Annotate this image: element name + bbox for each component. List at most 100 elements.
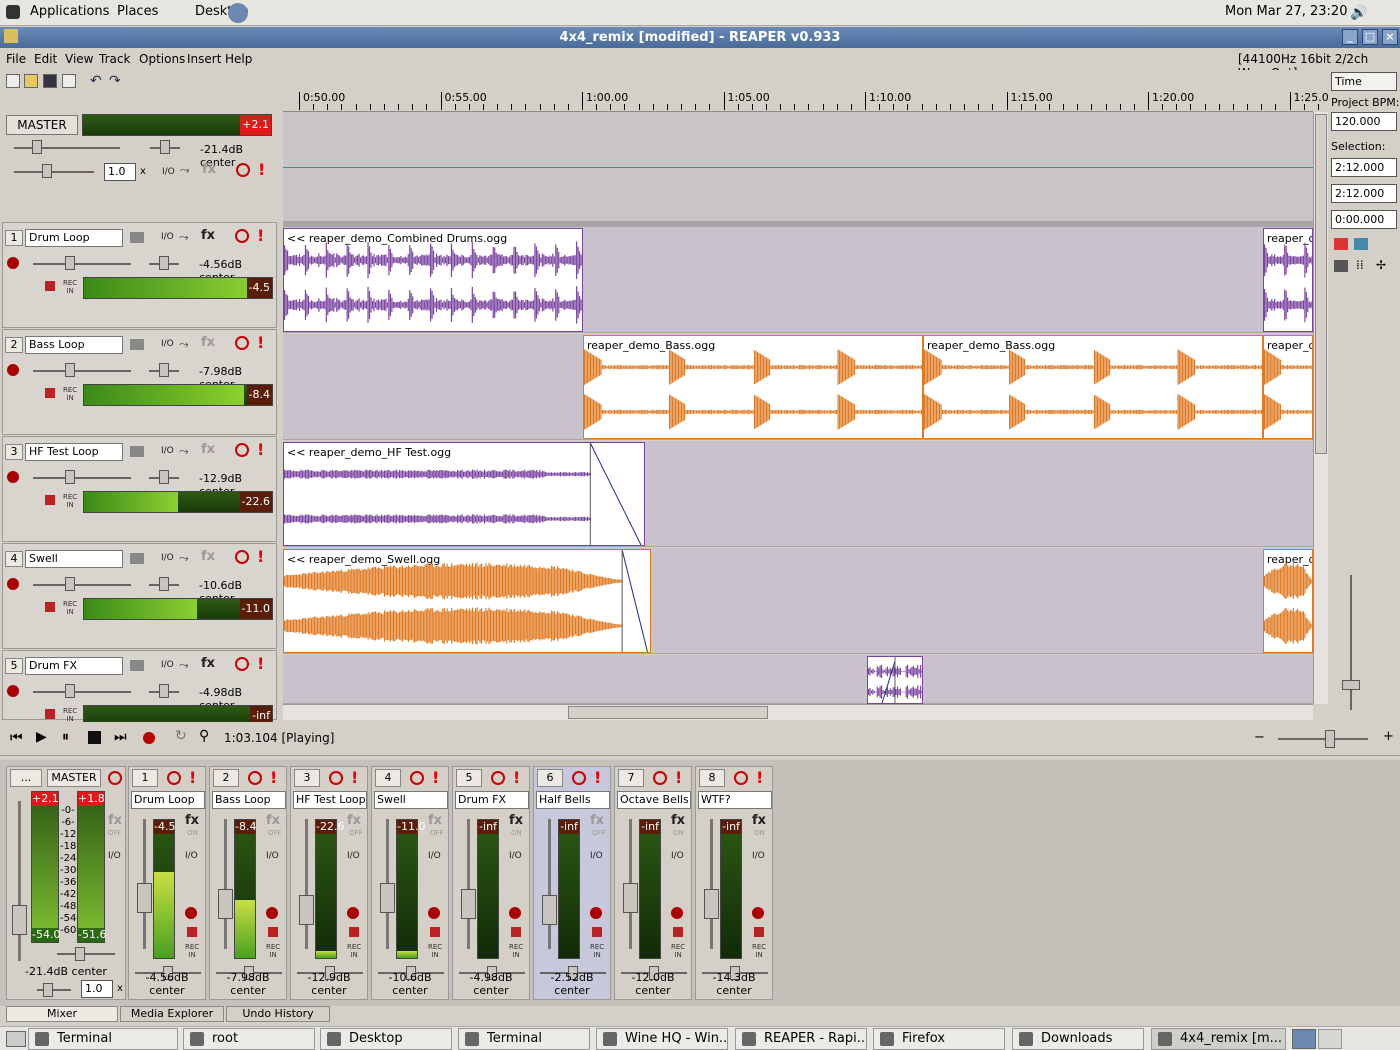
- item-swell[interactable]: << reaper_demo_Swell.ogg: [283, 549, 651, 653]
- go-to-end-icon[interactable]: ⏭: [114, 729, 127, 745]
- mixer-track-name[interactable]: Drum Loop: [131, 791, 205, 809]
- item-combined-drums[interactable]: << reaper_demo_Combined Drums.ogg: [283, 228, 583, 332]
- grid-icon[interactable]: ⁞⁞: [1356, 258, 1364, 272]
- track-fx-button[interactable]: fx: [201, 442, 215, 457]
- master-volume-knob[interactable]: [32, 140, 42, 154]
- mixer-io-button[interactable]: I/O: [752, 851, 765, 861]
- mixer-fx-button[interactable]: fx: [428, 813, 442, 828]
- mixer-fader-knob[interactable]: [218, 889, 233, 919]
- mixer-track-name[interactable]: Swell: [374, 791, 448, 809]
- mixer-track-number[interactable]: 1: [132, 769, 158, 787]
- track-number[interactable]: 3: [5, 444, 23, 460]
- record-icon[interactable]: [143, 732, 155, 744]
- rec-in-label[interactable]: REC IN: [63, 600, 77, 616]
- mixer-solo-icon[interactable]: !: [513, 768, 520, 787]
- mixer-rec-in-label[interactable]: REC IN: [347, 943, 361, 959]
- mixer-solo-icon[interactable]: !: [756, 768, 763, 787]
- track-volume-slider[interactable]: [33, 263, 131, 265]
- track-fx-button[interactable]: fx: [201, 656, 215, 671]
- master-rate-knob[interactable]: [42, 164, 52, 178]
- mixer-mute-icon[interactable]: [491, 771, 505, 785]
- track-io-button[interactable]: I/O: [161, 553, 174, 563]
- mixer-mute-icon[interactable]: [653, 771, 667, 785]
- menu-view[interactable]: View: [65, 52, 93, 66]
- selection-length-input[interactable]: 0:00.000: [1331, 210, 1397, 229]
- lane-swell[interactable]: << reaper_demo_Swell.ogg reaper_de: [283, 548, 1313, 654]
- mixer-record-arm-icon[interactable]: [671, 907, 683, 919]
- item-swell-right[interactable]: reaper_de: [1263, 549, 1313, 653]
- track-volume-slider[interactable]: [33, 584, 131, 586]
- vertical-zoom-knob[interactable]: [1342, 680, 1360, 690]
- master-solo-icon[interactable]: !: [258, 160, 265, 179]
- pause-icon[interactable]: ⏸: [62, 729, 69, 745]
- track-volume-knob[interactable]: [65, 684, 75, 698]
- mixer-solo-icon[interactable]: !: [270, 768, 277, 787]
- master-rate-slider[interactable]: [14, 171, 94, 173]
- menu-file[interactable]: File: [6, 52, 26, 66]
- item-bass-right[interactable]: reaper_de: [1263, 335, 1313, 439]
- mixer-fader-knob[interactable]: [704, 889, 719, 919]
- ripple-icon[interactable]: [1334, 260, 1348, 272]
- mixer-master-fx-button[interactable]: fx: [108, 813, 122, 828]
- mixer-menu-button[interactable]: ...: [10, 769, 42, 787]
- taskbar-item[interactable]: REAPER - Rapi...: [735, 1028, 867, 1050]
- track-pan-knob[interactable]: [159, 256, 169, 270]
- show-desktop-icon[interactable]: [6, 1031, 26, 1047]
- mixer-io-button[interactable]: I/O: [509, 851, 522, 861]
- save-icon[interactable]: [43, 74, 57, 88]
- record-arm-icon[interactable]: [7, 578, 19, 590]
- track-fx-button[interactable]: fx: [201, 335, 215, 350]
- mixer-mute-icon[interactable]: [734, 771, 748, 785]
- mixer-mute-icon[interactable]: [329, 771, 343, 785]
- applications-menu[interactable]: Applications: [30, 4, 109, 19]
- track-fx-button[interactable]: fx: [201, 228, 215, 243]
- track-volume-knob[interactable]: [65, 470, 75, 484]
- mixer-fader-knob[interactable]: [380, 883, 395, 913]
- track-mute-icon[interactable]: [235, 229, 249, 243]
- mixer-record-arm-icon[interactable]: [185, 907, 197, 919]
- master-io-button[interactable]: I/O: [162, 167, 175, 177]
- mixer-master-pan-knob[interactable]: [75, 947, 85, 961]
- track-mute-icon[interactable]: [235, 336, 249, 350]
- mixer-track-number[interactable]: 5: [456, 769, 482, 787]
- track-pan-knob[interactable]: [159, 577, 169, 591]
- envelope-icon[interactable]: ⤳: [179, 337, 189, 352]
- close-button[interactable]: ×: [1382, 29, 1398, 45]
- mixer-io-button[interactable]: I/O: [266, 851, 279, 861]
- mixer-record-arm-icon[interactable]: [347, 907, 359, 919]
- rec-in-label[interactable]: REC IN: [63, 707, 77, 723]
- folder-icon[interactable]: [130, 446, 144, 457]
- zoom-in-icon[interactable]: +: [1383, 729, 1394, 744]
- track-name-input[interactable]: Drum Loop: [25, 229, 123, 247]
- mixer-fx-button[interactable]: fx: [266, 813, 280, 828]
- rec-in-label[interactable]: REC IN: [63, 493, 77, 509]
- mixer-monitor-icon[interactable]: [592, 927, 602, 937]
- item-drums-right[interactable]: reaper_de: [1263, 228, 1313, 332]
- mixer-record-arm-icon[interactable]: [509, 907, 521, 919]
- mixer-io-button[interactable]: I/O: [185, 851, 198, 861]
- master-envelope-icon[interactable]: ⤳: [180, 163, 190, 178]
- mixer-monitor-icon[interactable]: [673, 927, 683, 937]
- item-hf-test[interactable]: << reaper_demo_HF Test.ogg: [283, 442, 645, 546]
- master-lane[interactable]: [283, 112, 1313, 222]
- mixer-track-name[interactable]: HF Test Loop: [293, 791, 367, 809]
- repeat-icon[interactable]: ↻: [175, 728, 187, 744]
- mixer-record-arm-icon[interactable]: [590, 907, 602, 919]
- mixer-master-label[interactable]: MASTER: [47, 769, 101, 787]
- mixer-track-name[interactable]: WTF?: [698, 791, 772, 809]
- mixer-track-number[interactable]: 8: [699, 769, 725, 787]
- mixer-master-mute-icon[interactable]: [108, 771, 122, 785]
- track-pan-knob[interactable]: [159, 363, 169, 377]
- mixer-fx-button[interactable]: fx: [185, 813, 199, 828]
- master-pan-knob[interactable]: [160, 140, 170, 154]
- mixer-rec-in-label[interactable]: REC IN: [266, 943, 280, 959]
- mixer-volume-fader[interactable]: [548, 819, 551, 949]
- lane-drum-fx[interactable]: [283, 655, 1313, 704]
- mixer-fader-knob[interactable]: [461, 889, 476, 919]
- mixer-mute-icon[interactable]: [572, 771, 586, 785]
- mixer-mute-icon[interactable]: [167, 771, 181, 785]
- mixer-fx-button[interactable]: fx: [509, 813, 523, 828]
- mixer-rec-in-label[interactable]: REC IN: [509, 943, 523, 959]
- mixer-volume-fader[interactable]: [710, 819, 713, 949]
- track-fx-button[interactable]: fx: [201, 549, 215, 564]
